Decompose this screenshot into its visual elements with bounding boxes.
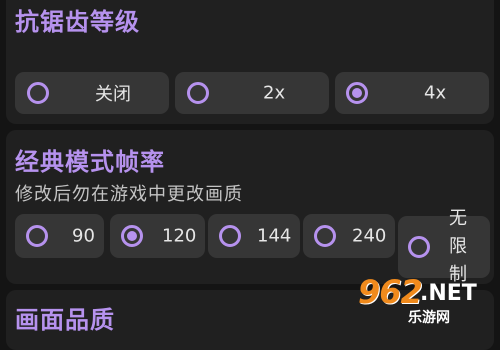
radio-off-icon — [314, 225, 336, 247]
fps-option-unlimited[interactable]: 无限制 — [398, 208, 490, 285]
fps-option-240[interactable]: 240 — [303, 214, 395, 258]
radio-selected-icon — [346, 82, 368, 104]
watermark-suffix: .NET — [420, 281, 477, 306]
option-label: 关闭 — [95, 84, 131, 105]
fps-option-90[interactable]: 90 — [15, 214, 104, 258]
site-watermark: 962 .NET 乐游网 — [354, 273, 494, 329]
antialias-option-2x[interactable]: 2x — [175, 72, 329, 114]
watermark-site: 乐游网 — [408, 310, 450, 326]
antialias-option-off[interactable]: 关闭 — [15, 72, 169, 114]
quality-title: 画面品质 — [15, 306, 115, 334]
radio-off-icon — [27, 82, 49, 104]
radio-off-icon — [187, 82, 209, 104]
option-label: 90 — [72, 225, 95, 247]
antialias-title: 抗锯齿等级 — [15, 8, 140, 36]
radio-off-icon — [219, 225, 241, 247]
option-label: 144 — [257, 225, 292, 247]
option-label: 4x — [424, 82, 447, 104]
watermark-number: 962 — [358, 273, 423, 311]
radio-off-icon — [408, 236, 430, 258]
classic-fps-title: 经典模式帧率 — [15, 148, 165, 176]
fps-option-144[interactable]: 144 — [208, 214, 300, 258]
classic-fps-subtitle: 修改后勿在游戏中更改画质 — [15, 184, 243, 205]
radio-selected-icon — [121, 225, 143, 247]
option-label: 120 — [162, 225, 197, 247]
option-label: 2x — [263, 82, 286, 104]
fps-option-120[interactable]: 120 — [110, 214, 205, 258]
antialias-option-4x[interactable]: 4x — [335, 72, 489, 114]
option-label: 240 — [352, 225, 387, 247]
radio-off-icon — [26, 225, 48, 247]
